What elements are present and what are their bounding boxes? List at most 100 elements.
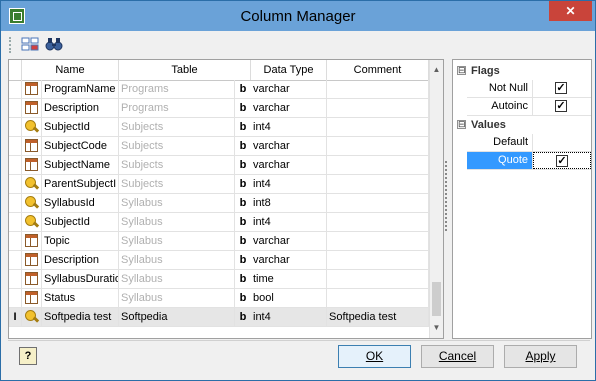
cell-comment[interactable]	[327, 156, 429, 174]
table-row[interactable]: Topic Syllabus b varchar	[9, 232, 429, 251]
find-button[interactable]	[45, 36, 63, 52]
vertical-scrollbar[interactable]: ▲ ▼	[429, 60, 443, 338]
columns-grid[interactable]: Name Table Data Type Comment ProgramName…	[8, 59, 444, 339]
toolbar-grip[interactable]	[9, 37, 14, 53]
help-button[interactable]: ?	[19, 347, 37, 365]
cell-data-type[interactable]: varchar	[251, 232, 327, 250]
cell-table[interactable]: Softpedia	[119, 308, 235, 326]
cell-name[interactable]: SyllabusDuratio	[42, 270, 119, 288]
cell-name[interactable]: SubjectName	[42, 156, 119, 174]
table-row[interactable]: SubjectName Subjects b varchar	[9, 156, 429, 175]
apply-button[interactable]: Apply	[504, 345, 577, 368]
cell-table[interactable]: Syllabus	[119, 251, 235, 269]
cell-name[interactable]: SyllabusId	[42, 194, 119, 212]
table-row[interactable]: Description Syllabus b varchar	[9, 251, 429, 270]
panel-splitter[interactable]	[445, 161, 450, 231]
cell-comment[interactable]	[327, 137, 429, 155]
cell-data-type[interactable]: varchar	[251, 137, 327, 155]
table-row[interactable]: Description Programs b varchar	[9, 99, 429, 118]
prop-row-not-null[interactable]: Not Null ✓	[467, 80, 591, 98]
cell-data-type[interactable]: int8	[251, 194, 327, 212]
cell-table[interactable]: Programs	[119, 80, 235, 98]
cell-name[interactable]: SubjectCode	[42, 137, 119, 155]
prop-row-default[interactable]: Default	[467, 134, 591, 152]
cell-name[interactable]: SubjectId	[42, 118, 119, 136]
cell-name[interactable]: SubjectId	[42, 213, 119, 231]
cell-name[interactable]: Description	[42, 99, 119, 117]
cell-comment[interactable]	[327, 175, 429, 193]
cell-table[interactable]: Subjects	[119, 137, 235, 155]
row-icon-cell	[22, 251, 42, 269]
title-bar[interactable]: Column Manager ✕	[1, 1, 595, 31]
prop-row-quote[interactable]: Quote ✓	[467, 152, 591, 170]
table-row[interactable]: SubjectId Syllabus b int4	[9, 213, 429, 232]
collapse-icon[interactable]: ⊟	[457, 120, 466, 129]
cell-data-type[interactable]: bool	[251, 289, 327, 307]
table-row[interactable]: SubjectCode Subjects b varchar	[9, 137, 429, 156]
cell-data-type[interactable]: varchar	[251, 80, 327, 98]
cell-table[interactable]: Programs	[119, 99, 235, 117]
cell-table[interactable]: Syllabus	[119, 289, 235, 307]
scroll-up-icon[interactable]: ▲	[430, 62, 443, 78]
cell-name[interactable]: ParentSubjectI	[42, 175, 119, 193]
cell-comment[interactable]	[327, 251, 429, 269]
cell-table[interactable]: Syllabus	[119, 232, 235, 250]
prop-label: Default	[467, 134, 533, 151]
cell-name[interactable]: Description	[42, 251, 119, 269]
cell-comment[interactable]	[327, 289, 429, 307]
quote-checkbox[interactable]: ✓	[556, 155, 568, 167]
not-null-checkbox[interactable]: ✓	[555, 82, 567, 94]
table-row[interactable]: I Softpedia test Softpedia b int4 Softpedia t…	[9, 308, 429, 327]
ok-button[interactable]: OK	[338, 345, 411, 368]
cell-data-type[interactable]: int4	[251, 175, 327, 193]
cell-table[interactable]: Syllabus	[119, 270, 235, 288]
cell-data-type[interactable]: int4	[251, 213, 327, 231]
cell-comment[interactable]	[327, 118, 429, 136]
prop-row-autoinc[interactable]: Autoinc ✓	[467, 98, 591, 116]
cell-table[interactable]: Subjects	[119, 156, 235, 174]
group-flags[interactable]: ⊟ Flags	[453, 62, 591, 80]
cell-comment[interactable]	[327, 213, 429, 231]
cell-name[interactable]: Softpedia test	[42, 308, 119, 326]
table-row[interactable]: ParentSubjectI Subjects b int4	[9, 175, 429, 194]
cell-table[interactable]: Subjects	[119, 118, 235, 136]
header-comment[interactable]: Comment	[327, 60, 429, 80]
cell-comment[interactable]	[327, 270, 429, 288]
table-icon	[25, 234, 38, 247]
cell-comment[interactable]	[327, 99, 429, 117]
key-icon	[25, 177, 36, 188]
table-row[interactable]: SubjectId Subjects b int4	[9, 118, 429, 137]
scroll-thumb[interactable]	[432, 282, 441, 316]
table-row[interactable]: SyllabusDuratio Syllabus b time	[9, 270, 429, 289]
cell-data-type[interactable]: int4	[251, 308, 327, 326]
cell-data-type[interactable]: varchar	[251, 99, 327, 117]
cell-comment[interactable]	[327, 80, 429, 98]
cell-name[interactable]: ProgramName	[42, 80, 119, 98]
header-table[interactable]: Table	[119, 60, 251, 80]
cell-data-type[interactable]: varchar	[251, 156, 327, 174]
autoinc-checkbox[interactable]: ✓	[555, 100, 567, 112]
header-data-type[interactable]: Data Type	[251, 60, 327, 80]
cell-data-type[interactable]: time	[251, 270, 327, 288]
table-row[interactable]: SyllabusId Syllabus b int8	[9, 194, 429, 213]
cell-comment[interactable]: Softpedia test	[327, 308, 429, 326]
group-values[interactable]: ⊟ Values	[453, 116, 591, 134]
cancel-button[interactable]: Cancel	[421, 345, 494, 368]
cell-name[interactable]: Status	[42, 289, 119, 307]
cell-table[interactable]: Syllabus	[119, 194, 235, 212]
cell-comment[interactable]	[327, 194, 429, 212]
cell-table[interactable]: Subjects	[119, 175, 235, 193]
close-button[interactable]: ✕	[549, 1, 592, 21]
scroll-down-icon[interactable]: ▼	[430, 320, 443, 336]
cell-data-type[interactable]: int4	[251, 118, 327, 136]
cell-name[interactable]: Topic	[42, 232, 119, 250]
header-name[interactable]: Name	[22, 60, 119, 80]
table-row[interactable]: ProgramName Programs b varchar	[9, 80, 429, 99]
collapse-icon[interactable]: ⊟	[457, 66, 466, 75]
columns-grid-button[interactable]	[21, 36, 39, 52]
cell-table[interactable]: Syllabus	[119, 213, 235, 231]
default-value-field[interactable]	[533, 134, 591, 151]
table-row[interactable]: Status Syllabus b bool	[9, 289, 429, 308]
cell-comment[interactable]	[327, 232, 429, 250]
cell-data-type[interactable]: varchar	[251, 251, 327, 269]
